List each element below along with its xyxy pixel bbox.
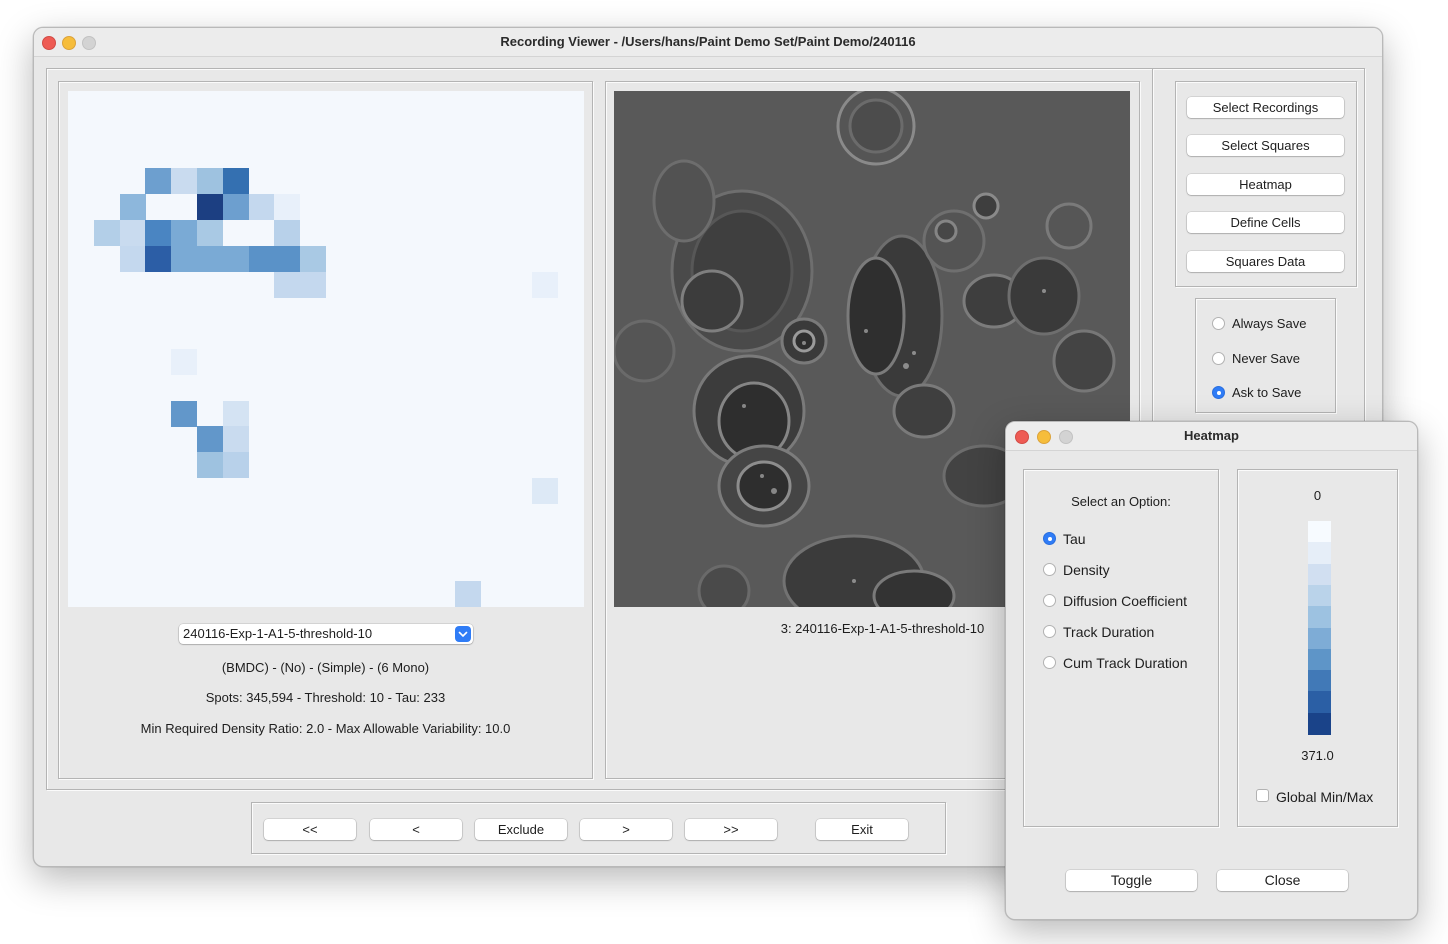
color-legend-bar	[1308, 521, 1331, 735]
cum-track-duration-label: Cum Track Duration	[1063, 655, 1188, 671]
chevron-down-icon[interactable]	[455, 626, 471, 642]
never-save-label: Never Save	[1232, 351, 1300, 366]
heatmap-plot[interactable]	[68, 91, 584, 608]
heatmap-square[interactable]	[222, 168, 249, 195]
define-cells-button[interactable]: Define Cells	[1187, 212, 1344, 233]
heatmap-dialog-titlebar: Heatmap	[1006, 422, 1417, 451]
diffusion-coefficient-label: Diffusion Coefficient	[1063, 593, 1187, 609]
recording-info-line-1: (BMDC) - (No) - (Simple) - (6 Mono)	[221, 660, 430, 675]
heatmap-square[interactable]	[274, 194, 301, 221]
heatmap-button[interactable]: Heatmap	[1187, 174, 1344, 195]
window-title: Recording Viewer - /Users/hans/Paint Dem…	[500, 34, 916, 49]
recording-info-line-3: Min Required Density Ratio: 2.0 - Max Al…	[140, 721, 511, 736]
recording-select[interactable]: 240116-Exp-1-A1-5-threshold-10	[179, 624, 473, 644]
previous-button[interactable]: <	[370, 819, 462, 840]
select-squares-button[interactable]: Select Squares	[1187, 135, 1344, 156]
heatmap-dialog: Heatmap Select an Option: Tau Density Di…	[1005, 421, 1418, 920]
legend-color-step	[1308, 563, 1331, 586]
heatmap-square[interactable]	[222, 426, 249, 453]
tau-label: Tau	[1063, 531, 1086, 547]
heatmap-square[interactable]	[248, 245, 275, 272]
heatmap-dialog-title: Heatmap	[1184, 428, 1239, 443]
recording-info-line-2: Spots: 345,594 - Threshold: 10 - Tau: 23…	[205, 690, 446, 705]
heatmap-panel: 240116-Exp-1-A1-5-threshold-10 (BMDC) - …	[58, 81, 593, 779]
legend-color-step	[1308, 627, 1331, 650]
legend-color-step	[1308, 670, 1331, 693]
global-minmax-checkbox[interactable]	[1256, 789, 1269, 802]
heatmap-square[interactable]	[171, 349, 198, 375]
heatmap-square[interactable]	[171, 168, 198, 195]
never-save-radio[interactable]	[1212, 352, 1225, 365]
heatmap-square[interactable]	[119, 194, 146, 221]
heatmap-square[interactable]	[222, 245, 249, 272]
legend-group: 0 371.0 Global Min/Max	[1237, 469, 1398, 827]
heatmap-square[interactable]	[145, 168, 172, 195]
always-save-label: Always Save	[1232, 316, 1307, 331]
legend-color-step	[1308, 542, 1331, 565]
track-duration-label: Track Duration	[1063, 624, 1155, 640]
heatmap-square[interactable]	[532, 478, 559, 504]
diffusion-coefficient-radio[interactable]	[1043, 594, 1056, 607]
track-duration-radio[interactable]	[1043, 625, 1056, 638]
heatmap-square[interactable]	[145, 220, 172, 246]
heatmap-square[interactable]	[222, 400, 249, 427]
heatmap-square[interactable]	[93, 220, 120, 246]
global-minmax-label: Global Min/Max	[1276, 789, 1374, 805]
cum-track-duration-radio[interactable]	[1043, 656, 1056, 669]
toggle-button[interactable]: Toggle	[1066, 870, 1197, 891]
heatmap-square[interactable]	[222, 194, 249, 221]
heatmap-square[interactable]	[197, 452, 223, 479]
legend-color-step	[1308, 691, 1331, 714]
heatmap-square[interactable]	[300, 271, 327, 298]
heatmap-square[interactable]	[274, 220, 301, 246]
heatmap-square[interactable]	[197, 168, 223, 195]
option-group: Select an Option: Tau Density Diffusion …	[1023, 469, 1219, 827]
legend-min-label: 0	[1313, 488, 1322, 503]
legend-max-label: 371.0	[1301, 748, 1334, 763]
heatmap-square[interactable]	[197, 426, 223, 453]
ask-to-save-label: Ask to Save	[1232, 385, 1302, 400]
always-save-radio[interactable]	[1212, 317, 1225, 330]
heatmap-square[interactable]	[119, 220, 146, 246]
heatmap-square[interactable]	[532, 271, 559, 298]
density-radio[interactable]	[1043, 563, 1056, 576]
next-button[interactable]: >	[580, 819, 672, 840]
heatmap-square[interactable]	[197, 245, 223, 272]
ask-to-save-radio[interactable]	[1212, 386, 1225, 399]
legend-color-step	[1308, 712, 1331, 735]
exit-button[interactable]: Exit	[816, 819, 908, 840]
legend-color-step	[1308, 521, 1331, 543]
heatmap-square[interactable]	[197, 194, 223, 221]
heatmap-square[interactable]	[197, 220, 223, 246]
heatmap-square[interactable]	[274, 245, 301, 272]
heatmap-square[interactable]	[300, 245, 327, 272]
recording-viewer-titlebar: Recording Viewer - /Users/hans/Paint Dem…	[34, 28, 1382, 57]
side-button-group: Select Recordings Select Squares Heatmap…	[1175, 81, 1357, 287]
tau-radio[interactable]	[1043, 532, 1056, 545]
heatmap-square[interactable]	[455, 581, 481, 608]
heatmap-square[interactable]	[171, 245, 198, 272]
squares-data-button[interactable]: Squares Data	[1187, 251, 1344, 272]
legend-color-step	[1308, 648, 1331, 671]
heatmap-square[interactable]	[145, 245, 172, 272]
navigation-bar: << < Exclude > >> Exit	[251, 802, 946, 854]
recording-select-value: 240116-Exp-1-A1-5-threshold-10	[183, 626, 373, 641]
heatmap-square[interactable]	[222, 452, 249, 479]
heatmap-square[interactable]	[171, 400, 198, 427]
exclude-button[interactable]: Exclude	[475, 819, 567, 840]
heatmap-square[interactable]	[274, 271, 301, 298]
heatmap-square[interactable]	[171, 220, 198, 246]
heatmap-square[interactable]	[119, 245, 146, 272]
heatmap-square[interactable]	[248, 194, 275, 221]
legend-color-step	[1308, 584, 1331, 607]
legend-color-step	[1308, 606, 1331, 629]
select-recordings-button[interactable]: Select Recordings	[1187, 97, 1344, 118]
select-option-label: Select an Option:	[1071, 494, 1171, 509]
first-button[interactable]: <<	[264, 819, 356, 840]
close-button[interactable]: Close	[1217, 870, 1348, 891]
save-option-group: Always Save Never Save Ask to Save	[1195, 298, 1336, 413]
density-label: Density	[1063, 562, 1110, 578]
last-button[interactable]: >>	[685, 819, 777, 840]
